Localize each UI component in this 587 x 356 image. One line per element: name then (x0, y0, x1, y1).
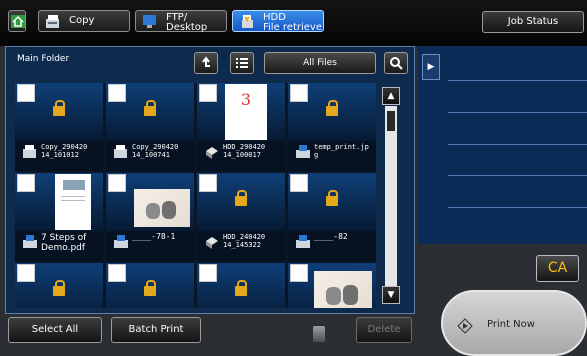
copy-file-icon (23, 145, 36, 158)
page-thumbnail (55, 174, 91, 230)
print-now-label: Print Now (487, 319, 535, 330)
file-tile[interactable]: ____-82 (288, 173, 376, 261)
tab-ftp-desktop[interactable]: FTP/Desktop (135, 10, 227, 33)
start-icon (457, 318, 473, 334)
file-name: HDD_290420 14_100017 (223, 143, 266, 159)
file-filter-dropdown[interactable]: All Files (264, 52, 376, 74)
search-icon (390, 57, 403, 70)
job-queue-panel (418, 46, 587, 244)
ftp-desktop-icon (143, 15, 156, 28)
copy-file-icon (114, 145, 127, 158)
home-icon (11, 15, 25, 28)
tab-copy[interactable]: Copy (38, 10, 130, 32)
job-status-button[interactable]: Job Status (482, 11, 584, 33)
kittens-thumbnail (314, 271, 372, 308)
kittens-thumbnail (134, 189, 190, 227)
select-all-button[interactable]: Select All (8, 317, 102, 343)
tab-ftp-line2: Desktop (166, 22, 208, 33)
file-name: temp_print.jp g (314, 143, 369, 159)
up-arrow-icon (202, 56, 210, 67)
file-tile[interactable] (15, 263, 103, 308)
lock-icon (326, 190, 338, 206)
file-name: Copy_290420 14_101012 (41, 143, 88, 159)
file-tile[interactable] (197, 263, 285, 308)
file-name: 7 Steps of Demo.pdf (41, 233, 87, 253)
file-tile[interactable]: HDD_240420 14_145322 (197, 173, 285, 261)
tab-hdd-file-retrieve[interactable]: HDD File retrieve (232, 10, 324, 33)
select-checkbox[interactable] (108, 264, 126, 282)
print-file-icon (296, 235, 310, 248)
select-checkbox[interactable] (290, 174, 308, 192)
delete-button[interactable]: Delete (356, 317, 412, 343)
copy-icon (46, 15, 59, 28)
hdd-file-icon (206, 147, 218, 159)
file-name: ____-78-1 (132, 232, 176, 241)
lock-icon (144, 280, 156, 296)
select-checkbox[interactable] (17, 174, 35, 192)
hdd-file-retrieve-icon (242, 15, 253, 28)
file-grid-scrollbar[interactable]: ▲ ▼ (379, 83, 402, 308)
expand-panel-button[interactable]: ▶ (422, 54, 440, 80)
scroll-track[interactable] (385, 106, 397, 288)
scroll-up-button[interactable]: ▲ (382, 87, 400, 105)
up-folder-button[interactable] (194, 52, 218, 74)
file-tile[interactable] (288, 263, 376, 308)
hdd-file-icon (206, 237, 218, 249)
batch-print-button[interactable]: Batch Print (111, 317, 201, 343)
print-file-icon (114, 235, 128, 248)
print-file-icon (296, 145, 310, 158)
select-checkbox[interactable] (290, 264, 308, 282)
file-tile[interactable] (106, 263, 194, 308)
clear-all-button[interactable]: CA (536, 255, 579, 282)
view-toggle-button[interactable] (230, 52, 254, 74)
tab-hdd-line2: File retrieve (263, 22, 322, 33)
print-file-icon (23, 235, 37, 248)
file-tile[interactable]: 7 Steps of Demo.pdf (15, 173, 103, 261)
file-name: HDD_240420 14_145322 (223, 233, 266, 249)
home-button[interactable] (8, 10, 26, 32)
lock-icon (235, 190, 247, 206)
lock-icon (235, 280, 247, 296)
select-checkbox[interactable] (199, 174, 217, 192)
file-name: Copy_290420 14_100741 (132, 143, 179, 159)
folder-title: Main Folder (17, 54, 70, 64)
search-button[interactable] (384, 52, 408, 74)
lock-icon (53, 280, 65, 296)
select-checkbox[interactable] (199, 264, 217, 282)
trash-icon (313, 326, 325, 342)
select-checkbox[interactable] (17, 264, 35, 282)
file-tile[interactable]: ____-78-1 (106, 173, 194, 261)
scroll-down-button[interactable]: ▼ (382, 286, 400, 304)
file-name: ____-82 (314, 232, 348, 241)
print-now-button[interactable]: Print Now (441, 290, 587, 356)
tab-copy-label: Copy (69, 15, 95, 26)
scroll-thumb[interactable] (385, 109, 397, 133)
file-grid: 3 Copy_290420 14_101012 Copy_290420 14_1… (15, 83, 376, 308)
select-checkbox[interactable] (108, 174, 126, 192)
list-view-icon (236, 58, 248, 68)
